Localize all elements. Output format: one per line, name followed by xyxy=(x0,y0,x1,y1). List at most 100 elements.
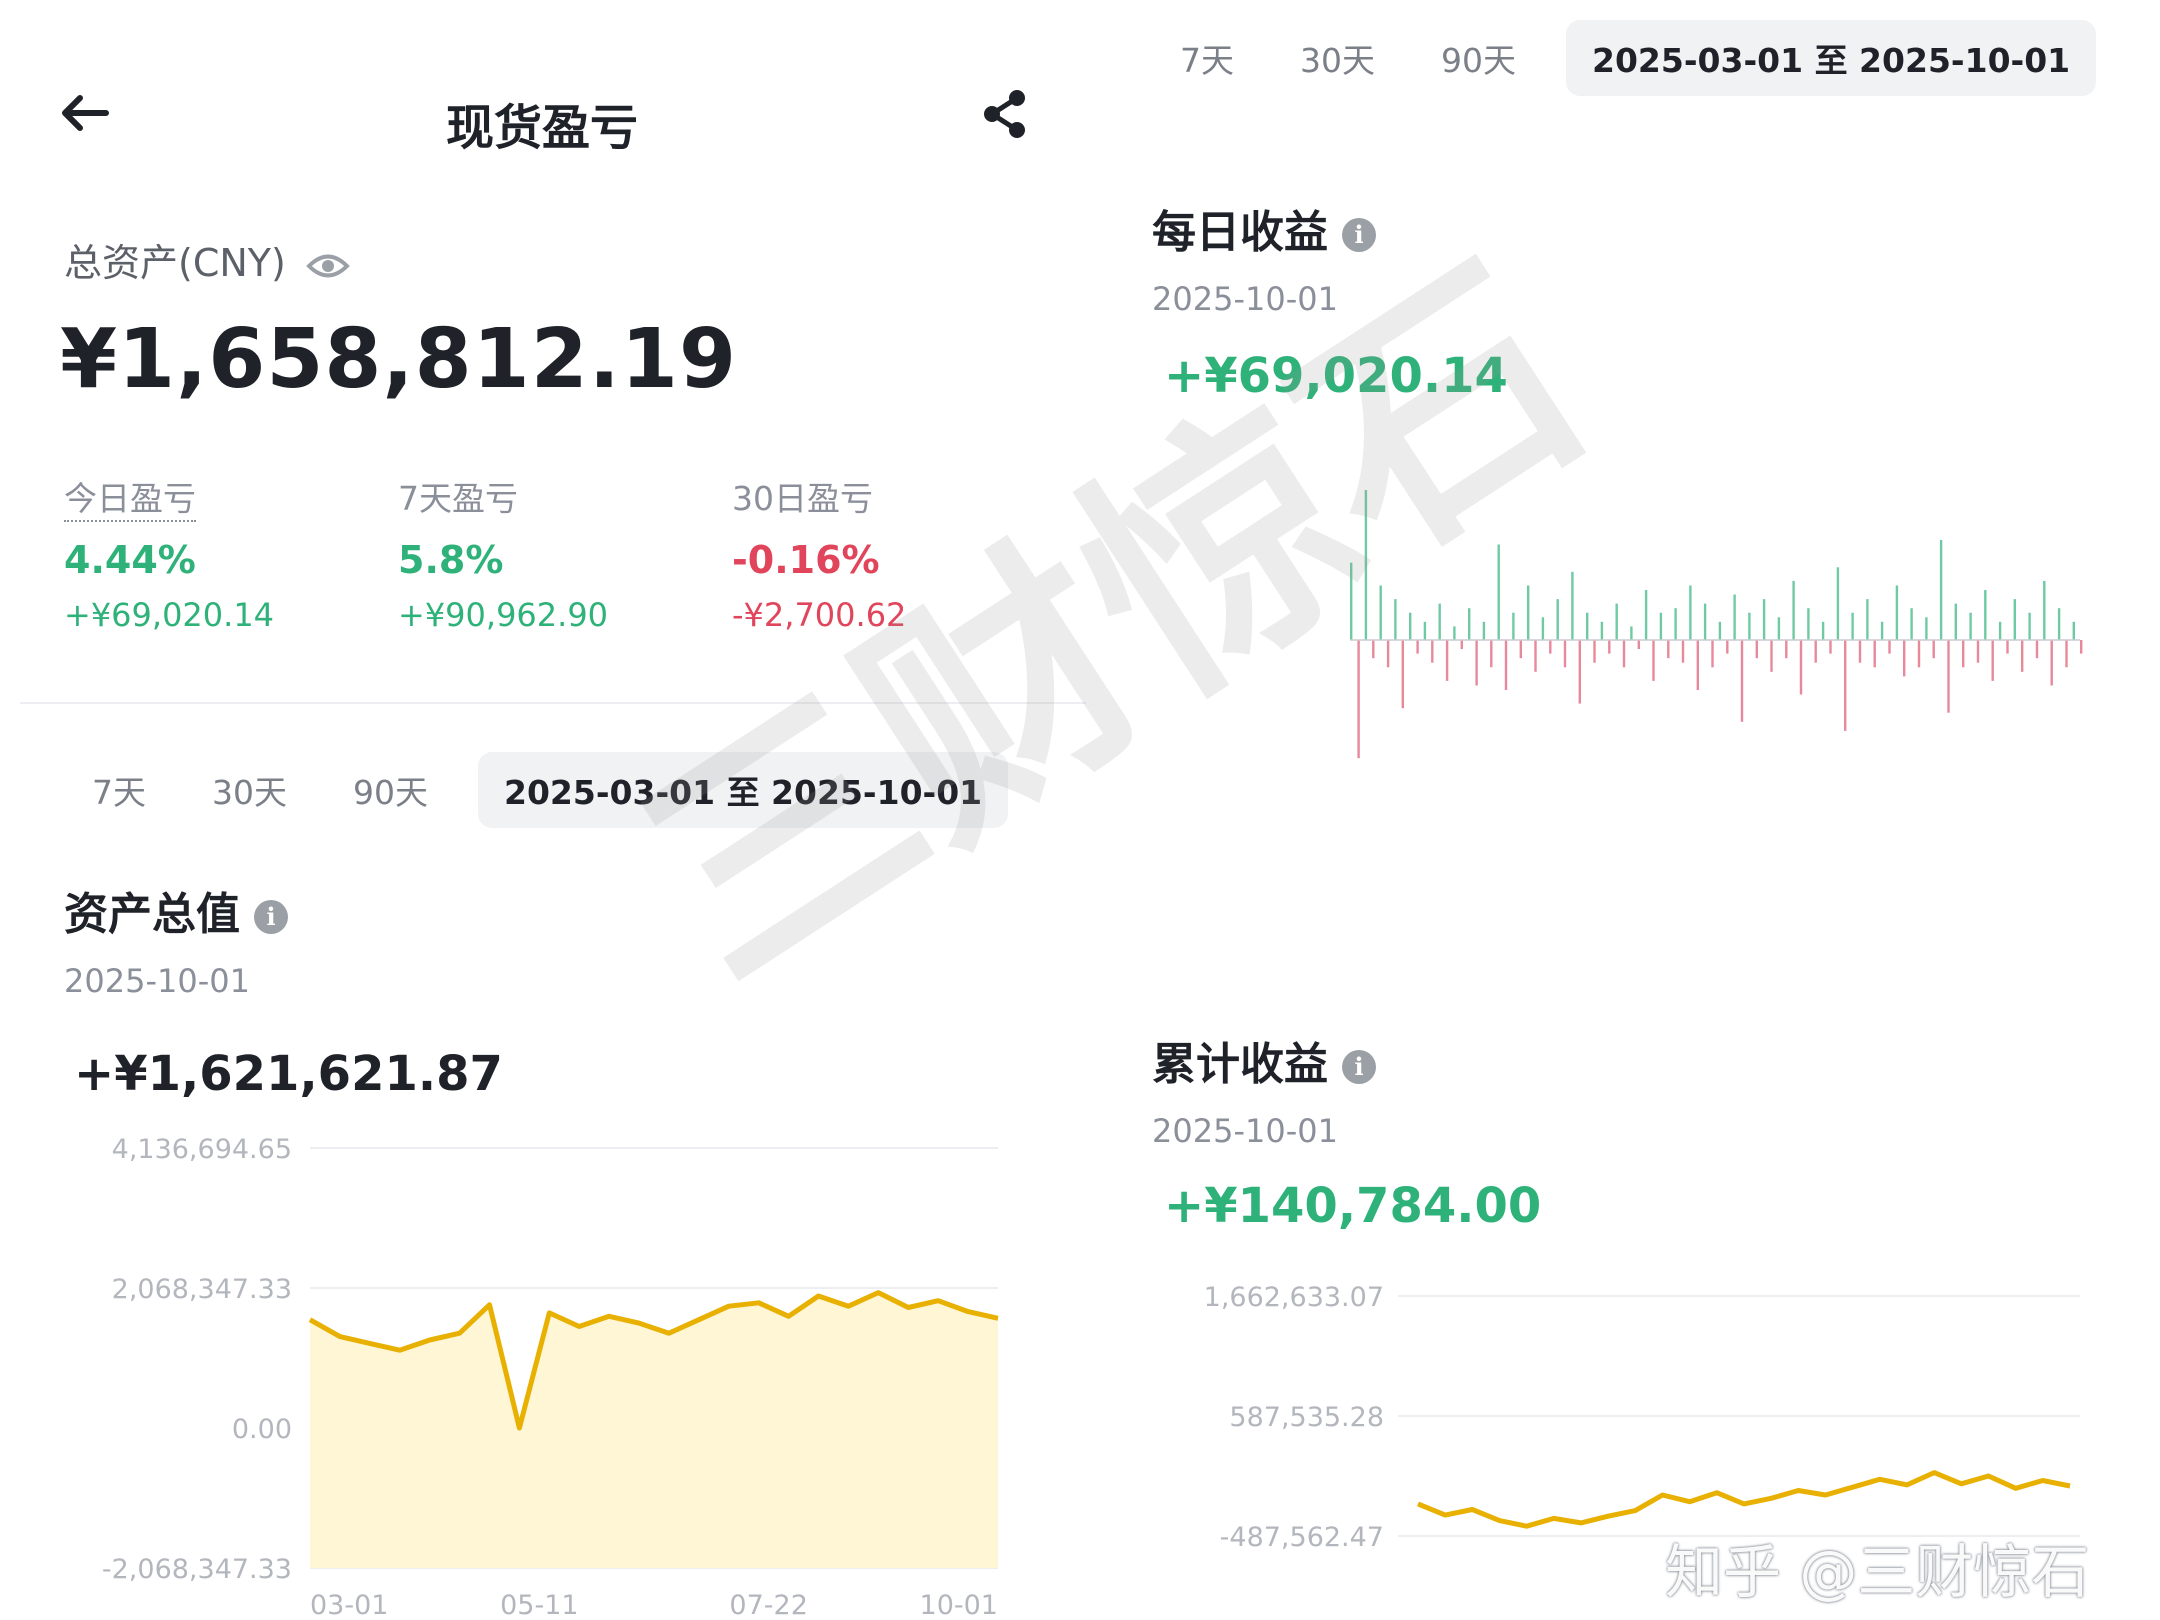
daily-bar xyxy=(1357,640,1360,759)
tab-90d[interactable]: 90天 xyxy=(1441,34,1516,82)
daily-bar xyxy=(1718,621,1722,640)
daily-bar xyxy=(1932,640,1935,659)
daily-bar xyxy=(2021,640,2024,672)
daily-bar xyxy=(1534,640,1537,672)
cumulative-chart-title: 累计收益 i xyxy=(1152,1028,1376,1092)
page-title: 现货盈亏 xyxy=(446,100,639,156)
daily-bar xyxy=(1866,599,1869,640)
daily-bar xyxy=(1844,640,1847,731)
eye-icon[interactable] xyxy=(306,251,350,281)
info-icon[interactable]: i xyxy=(254,900,288,934)
share-button[interactable] xyxy=(980,88,1030,140)
daily-bar xyxy=(1563,640,1567,668)
daily-bar xyxy=(1445,640,1449,681)
daily-bar xyxy=(1740,640,1744,722)
daily-bar xyxy=(1475,640,1478,686)
daily-bar xyxy=(1681,640,1685,663)
tab-custom-range[interactable]: 2025-03-01 至 2025-10-01 xyxy=(1566,20,2097,96)
daily-bar xyxy=(1991,640,1994,681)
daily-bar xyxy=(1947,640,1950,713)
daily-bar xyxy=(1379,585,1382,640)
daily-bar xyxy=(1962,640,1965,668)
daily-bar xyxy=(1969,612,1972,640)
daily-chart xyxy=(1350,490,2083,759)
daily-bar xyxy=(1401,640,1404,709)
tab-30d[interactable]: 30天 xyxy=(212,766,287,814)
back-button[interactable] xyxy=(56,88,112,138)
daily-bar xyxy=(2006,640,2009,654)
x-tick-label: 07-22 xyxy=(729,1590,807,1620)
stat-pct: -0.16% xyxy=(732,538,880,582)
x-tick-label: 05-11 xyxy=(500,1590,578,1620)
daily-bar xyxy=(1814,640,1817,663)
daily-bar xyxy=(1423,621,1427,640)
daily-bar xyxy=(1468,608,1471,640)
tab-90d[interactable]: 90天 xyxy=(353,766,428,814)
daily-bar xyxy=(1821,621,1825,640)
daily-bar xyxy=(1350,562,1353,640)
daily-chart-value: +¥69,020.14 xyxy=(1164,348,1508,404)
y-tick-label: 2,068,347.33 xyxy=(112,1274,292,1305)
daily-bar xyxy=(1726,640,1729,654)
daily-bar xyxy=(2080,640,2083,654)
daily-bar xyxy=(2013,599,2016,640)
daily-bar xyxy=(1785,640,1788,659)
tab-custom-range[interactable]: 2025-03-01 至 2025-10-01 xyxy=(478,752,1009,828)
daily-bar xyxy=(1519,640,1522,659)
daily-chart-date: 2025-10-01 xyxy=(1152,280,1338,318)
total-assets-label: 总资产(CNY) xyxy=(64,232,350,287)
tab-30d[interactable]: 30天 xyxy=(1300,34,1375,82)
daily-bar xyxy=(1777,617,1781,640)
total-assets-value: ¥1,658,812.19 xyxy=(60,312,738,407)
y-tick-label: 4,136,694.65 xyxy=(112,1134,292,1165)
tab-7d[interactable]: 7天 xyxy=(92,766,146,814)
daily-bar xyxy=(1409,612,1412,640)
stat-7d: 7天盈亏 5.8% +¥90,962.90 xyxy=(398,472,608,634)
daily-bar xyxy=(2057,608,2061,640)
daily-bar xyxy=(1659,612,1663,640)
stat-pct: 4.44% xyxy=(64,538,196,582)
daily-bar xyxy=(1512,612,1515,640)
stat-pct: 5.8% xyxy=(398,538,504,582)
info-icon[interactable]: i xyxy=(1342,1050,1376,1084)
daily-bar xyxy=(1438,603,1441,640)
y-tick-label: 0.00 xyxy=(232,1414,292,1445)
daily-chart-title: 每日收益 i xyxy=(1152,196,1376,260)
daily-bar xyxy=(1386,640,1390,668)
daily-bar xyxy=(1836,567,1840,640)
daily-bar xyxy=(1652,640,1655,681)
daily-bar xyxy=(1807,608,1810,640)
stat-amount: -¥2,700.62 xyxy=(732,596,907,634)
daily-bar xyxy=(1762,599,1766,640)
tab-7d[interactable]: 7天 xyxy=(1180,34,1234,82)
daily-bar xyxy=(1416,640,1419,654)
daily-bar xyxy=(1954,603,1957,640)
x-tick-label: 10-01 xyxy=(920,1590,998,1620)
daily-bar xyxy=(1888,640,1891,654)
info-icon[interactable]: i xyxy=(1342,218,1376,252)
daily-bar xyxy=(1490,640,1493,668)
daily-bar xyxy=(2065,640,2068,668)
daily-bar xyxy=(1364,490,1368,640)
daily-bar xyxy=(1674,608,1677,640)
daily-bar xyxy=(1394,599,1397,640)
arrow-left-icon xyxy=(62,95,109,131)
daily-bar xyxy=(1733,594,1736,640)
daily-bar xyxy=(2028,612,2031,640)
y-tick-label: -487,562.47 xyxy=(1220,1522,1384,1553)
asset-chart: 4,136,694.65 2,068,347.33 0.00 -2,068,347.3… xyxy=(102,1134,999,1620)
stat-label: 7天盈亏 xyxy=(398,479,518,518)
daily-bar xyxy=(1667,640,1670,659)
daily-bar xyxy=(1895,585,1899,640)
daily-bar xyxy=(1792,580,1795,640)
daily-bar xyxy=(1527,585,1530,640)
daily-bar xyxy=(1549,640,1552,654)
daily-bar xyxy=(1829,640,1832,654)
asset-chart-title: 资产总值 i xyxy=(64,878,288,942)
daily-bar xyxy=(1578,640,1581,704)
daily-bar xyxy=(1460,640,1463,650)
daily-bar xyxy=(1593,640,1596,663)
daily-bar xyxy=(1541,617,1545,640)
stat-label[interactable]: 今日盈亏 xyxy=(64,479,196,522)
daily-bar xyxy=(1622,640,1626,668)
